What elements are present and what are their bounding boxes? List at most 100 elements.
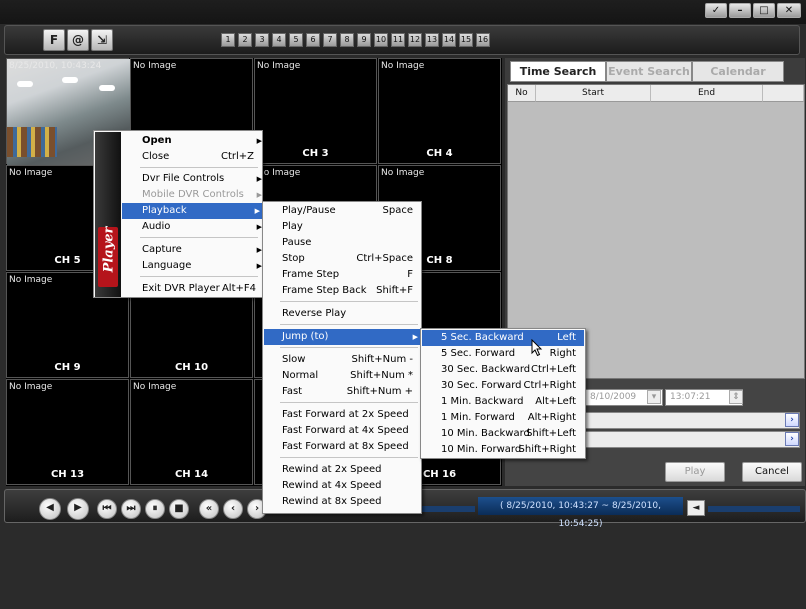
column-header[interactable]: No xyxy=(508,85,536,102)
menu-item-rw8[interactable]: Rewind at 8x Speed xyxy=(282,494,413,510)
menu-item-dvr-file-controls[interactable]: Dvr File Controls ▶ xyxy=(142,171,262,187)
no-image-label: No Image xyxy=(257,61,301,71)
tab-event-search[interactable]: Event Search xyxy=(606,61,692,82)
menu-item-capture[interactable]: Capture ▶ xyxy=(142,242,262,258)
menu-item-playback[interactable]: Playback ▶ xyxy=(122,203,262,219)
menu-item-audio[interactable]: Audio ▶ xyxy=(142,219,262,235)
spin-icon[interactable]: ⇕ xyxy=(729,390,743,404)
menu-item-ff2[interactable]: Fast Forward at 2x Speed xyxy=(282,407,413,423)
maximize-button[interactable]: □ xyxy=(753,3,775,18)
volume-slider[interactable] xyxy=(708,506,800,512)
menu-item-stop[interactable]: Stop Ctrl+Space xyxy=(282,251,413,267)
menu-sidebar: Player xyxy=(95,132,121,297)
channel-label: CH 9 xyxy=(54,362,81,373)
video-cell[interactable]: No Image CH 14 xyxy=(130,379,253,485)
video-cell[interactable]: No Image CH 13 xyxy=(6,379,129,485)
menu-item-mobile-dvr-controls[interactable]: Mobile DVR Controls ▶ xyxy=(142,187,262,203)
chevron-down-icon[interactable]: ▾ xyxy=(647,390,661,404)
menu-item-pause[interactable]: Pause xyxy=(282,235,413,251)
channel-button-16[interactable]: 16 xyxy=(476,33,490,47)
title-bar: ✓ – □ ✕ xyxy=(0,0,806,24)
channel-button-2[interactable]: 2 xyxy=(238,33,252,47)
menu-item-ff4[interactable]: Fast Forward at 4x Speed xyxy=(282,423,413,439)
menu-item-jump-6[interactable]: 1 Min. Forward Alt+Right xyxy=(422,410,584,426)
channel-button-12[interactable]: 12 xyxy=(408,33,422,47)
check-icon[interactable]: ✓ xyxy=(705,3,727,18)
menu-item-rw4[interactable]: Rewind at 4x Speed xyxy=(282,478,413,494)
menu-item-frame-step-back[interactable]: Frame Step Back Shift+F xyxy=(282,283,413,299)
minimize-button[interactable]: – xyxy=(729,3,751,18)
search-tabs: Time Search Event Search Calendar Search xyxy=(510,61,802,98)
start-time-field[interactable] xyxy=(585,412,800,429)
menu-item-close[interactable]: Close Ctrl+Z xyxy=(142,149,254,165)
chevron-right-icon[interactable]: › xyxy=(785,413,799,427)
menu-item-ff8[interactable]: Fast Forward at 8x Speed xyxy=(282,439,413,455)
fast-rewind-icon[interactable]: « xyxy=(199,499,219,519)
column-header[interactable]: Start xyxy=(536,85,651,102)
menu-item-frame-step[interactable]: Frame Step F xyxy=(282,267,413,283)
tab-calendar-search[interactable]: Calendar Search xyxy=(692,61,784,98)
menu-item-language[interactable]: Language ▶ xyxy=(142,258,262,274)
channel-button-10[interactable]: 10 xyxy=(374,33,388,47)
no-image-label: No Image xyxy=(133,61,177,71)
slow-back-icon[interactable]: ‹ xyxy=(223,499,243,519)
menu-item-jump-2[interactable]: 5 Sec. Forward Right xyxy=(422,346,584,362)
video-cell[interactable]: No Image CH 4 xyxy=(378,58,501,164)
step-back-icon[interactable]: ⏮ xyxy=(97,499,117,519)
menu-item-jump-7[interactable]: 10 Min. Backward Shift+Left xyxy=(422,426,584,442)
menu-item-reverse-play[interactable]: Reverse Play xyxy=(282,306,413,322)
arrow-right-icon: ▶ xyxy=(256,137,262,145)
player-logo: Player xyxy=(101,226,117,273)
step-forward-icon[interactable]: ⏭ xyxy=(121,499,141,519)
channel-button-14[interactable]: 14 xyxy=(442,33,456,47)
column-header xyxy=(763,85,804,102)
chevron-right-icon[interactable]: › xyxy=(785,432,799,446)
menu-item-jump-3[interactable]: 30 Sec. Backward Ctrl+Left xyxy=(422,362,584,378)
menu-item-play-pause[interactable]: Play/Pause Space xyxy=(282,203,413,219)
menu-item-fast[interactable]: Fast Shift+Num + xyxy=(282,384,413,400)
stop-icon[interactable]: ■ xyxy=(169,499,189,519)
column-header[interactable]: End xyxy=(651,85,763,102)
channel-button-7[interactable]: 7 xyxy=(323,33,337,47)
menu-item-jump-4[interactable]: 30 Sec. Forward Ctrl+Right xyxy=(422,378,584,394)
channel-button-13[interactable]: 13 xyxy=(425,33,439,47)
menu-item-normal[interactable]: Normal Shift+Num * xyxy=(282,368,413,384)
tab-time-search[interactable]: Time Search xyxy=(510,61,606,82)
menu-item-slow[interactable]: Slow Shift+Num - xyxy=(282,352,413,368)
menu-item-jump-5[interactable]: 1 Min. Backward Alt+Left xyxy=(422,394,584,410)
network-icon[interactable]: @ xyxy=(67,29,89,51)
file-open-icon[interactable]: F xyxy=(43,29,65,51)
volume-icon[interactable]: ◄ xyxy=(687,500,705,516)
channel-button-6[interactable]: 6 xyxy=(306,33,320,47)
no-image-label: No Image xyxy=(381,61,425,71)
jump-submenu: 5 Sec. Backward Left 5 Sec. Forward Right 30… xyxy=(420,328,586,459)
menu-item-play[interactable]: Play xyxy=(282,219,413,235)
pause-icon[interactable]: ⏸ xyxy=(145,499,165,519)
play-icon[interactable]: ▶ xyxy=(67,498,89,520)
menu-item-rw2[interactable]: Rewind at 2x Speed xyxy=(282,462,413,478)
end-time-field[interactable] xyxy=(585,431,800,448)
channel-label: CH 4 xyxy=(426,148,453,159)
close-window-button[interactable]: ✕ xyxy=(777,3,801,18)
channel-label: CH 3 xyxy=(302,148,329,159)
channel-button-15[interactable]: 15 xyxy=(459,33,473,47)
channel-button-9[interactable]: 9 xyxy=(357,33,371,47)
channel-button-4[interactable]: 4 xyxy=(272,33,286,47)
playback-range: ( 8/25/2010, 10:43:27 ~ 8/25/2010, 10:54… xyxy=(478,497,683,529)
menu-item-jump-to[interactable]: Jump (to) ▶ xyxy=(264,329,421,345)
rewind-icon[interactable]: ◀ xyxy=(39,498,61,520)
no-image-label: No Image xyxy=(257,168,301,178)
cancel-button[interactable]: Cancel xyxy=(742,462,802,482)
channel-button-8[interactable]: 8 xyxy=(340,33,354,47)
channel-button-5[interactable]: 5 xyxy=(289,33,303,47)
menu-item-jump-1[interactable]: 5 Sec. Backward Left xyxy=(422,330,584,346)
play-button[interactable]: Play xyxy=(665,462,725,482)
export-icon[interactable]: ⇲ xyxy=(91,29,113,51)
menu-item-exit[interactable]: Exit DVR Player Alt+F4 xyxy=(142,281,256,297)
channel-button-11[interactable]: 11 xyxy=(391,33,405,47)
video-cell[interactable]: No Image CH 3 xyxy=(254,58,377,164)
channel-button-3[interactable]: 3 xyxy=(255,33,269,47)
channel-button-1[interactable]: 1 xyxy=(221,33,235,47)
menu-item-jump-8[interactable]: 10 Min. Forward Shift+Right xyxy=(422,442,584,458)
menu-item-open[interactable]: Open ▶ xyxy=(142,133,262,149)
